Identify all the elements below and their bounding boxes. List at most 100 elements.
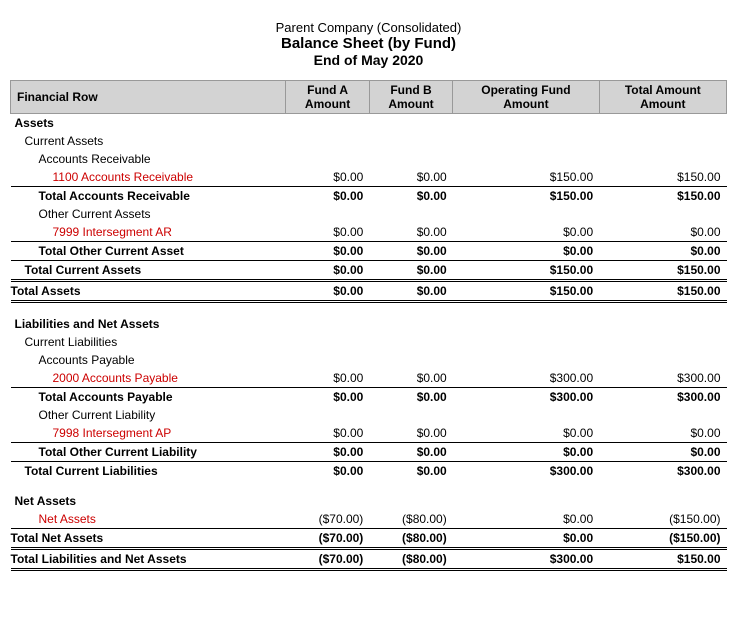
row-val-total-liab-net-assets-col1: ($70.00) bbox=[286, 549, 369, 570]
row-label-other-current-liab: Other Current Liability bbox=[11, 406, 286, 424]
row-val-other-current-assets-col2 bbox=[369, 205, 452, 223]
row-val-total-ap-col3: $300.00 bbox=[453, 388, 599, 407]
row-val-current-assets-header-col3 bbox=[453, 132, 599, 150]
row-val-total-current-liab-col3: $300.00 bbox=[453, 462, 599, 481]
row-label-total-current-liab: Total Current Liabilities bbox=[11, 462, 286, 481]
table-row-total-ap: Total Accounts Payable$0.00$0.00$300.00$… bbox=[11, 388, 727, 407]
row-val-other-current-liab-col4 bbox=[599, 406, 726, 424]
row-val-total-other-current-liab-col2: $0.00 bbox=[369, 443, 452, 462]
spacer-cell bbox=[11, 480, 727, 492]
row-val-total-assets-col3: $150.00 bbox=[453, 281, 599, 302]
row-val-net-assets-header-col3 bbox=[453, 492, 599, 510]
row-val-ap-2000-col2: $0.00 bbox=[369, 369, 452, 388]
row-val-current-assets-header-col4 bbox=[599, 132, 726, 150]
table-row-total-net-assets: Total Net Assets($70.00)($80.00)$0.00($1… bbox=[11, 529, 727, 549]
row-val-ar-header-col1 bbox=[286, 150, 369, 168]
row-val-total-other-current-asset-col4: $0.00 bbox=[599, 242, 726, 261]
table-row-other-current-liab: Other Current Liability bbox=[11, 406, 727, 424]
row-val-assets-header-col2 bbox=[369, 114, 452, 133]
row-label-total-ap: Total Accounts Payable bbox=[11, 388, 286, 407]
report-title-line2: Balance Sheet (by Fund) bbox=[10, 35, 727, 52]
spacer-cell bbox=[11, 302, 727, 316]
row-val-total-ar-col3: $150.00 bbox=[453, 187, 599, 206]
row-val-total-ap-col4: $300.00 bbox=[599, 388, 726, 407]
col-header-fund-a: Fund A Amount bbox=[286, 81, 369, 114]
table-row-net-assets-header: Net Assets bbox=[11, 492, 727, 510]
row-label-current-liab-header: Current Liabilities bbox=[11, 333, 286, 351]
row-val-ar-7999-col4: $0.00 bbox=[599, 223, 726, 242]
row-val-ap-header-col2 bbox=[369, 351, 452, 369]
row-label-net-assets-header: Net Assets bbox=[11, 492, 286, 510]
row-label-total-current-assets: Total Current Assets bbox=[11, 261, 286, 281]
row-val-ar-1100-col2: $0.00 bbox=[369, 168, 452, 187]
col-header-label: Financial Row bbox=[11, 81, 286, 114]
row-val-total-ar-col1: $0.00 bbox=[286, 187, 369, 206]
col-header-fund-b: Fund B Amount bbox=[369, 81, 452, 114]
row-val-total-liab-net-assets-col3: $300.00 bbox=[453, 549, 599, 570]
col-header-total-amount: Total Amount Amount bbox=[599, 81, 726, 114]
row-val-total-current-liab-col4: $300.00 bbox=[599, 462, 726, 481]
row-label-other-current-assets: Other Current Assets bbox=[11, 205, 286, 223]
row-val-total-net-assets-col1: ($70.00) bbox=[286, 529, 369, 549]
table-row-ar-header: Accounts Receivable bbox=[11, 150, 727, 168]
row-val-liabilities-header-col1 bbox=[286, 315, 369, 333]
row-val-current-liab-header-col4 bbox=[599, 333, 726, 351]
row-label-ap-2000[interactable]: 2000 Accounts Payable bbox=[11, 369, 286, 388]
row-val-total-net-assets-col4: ($150.00) bbox=[599, 529, 726, 549]
row-val-ap-7998-col3: $0.00 bbox=[453, 424, 599, 443]
row-val-total-current-assets-col3: $150.00 bbox=[453, 261, 599, 281]
row-val-assets-header-col1 bbox=[286, 114, 369, 133]
row-val-current-assets-header-col2 bbox=[369, 132, 452, 150]
table-row-current-assets-header: Current Assets bbox=[11, 132, 727, 150]
table-row-total-current-assets: Total Current Assets$0.00$0.00$150.00$15… bbox=[11, 261, 727, 281]
row-label-net-assets-link[interactable]: Net Assets bbox=[11, 510, 286, 529]
row-val-ap-7998-col1: $0.00 bbox=[286, 424, 369, 443]
row-val-assets-header-col3 bbox=[453, 114, 599, 133]
row-val-total-other-current-liab-col4: $0.00 bbox=[599, 443, 726, 462]
row-val-ap-header-col3 bbox=[453, 351, 599, 369]
balance-sheet-table: Financial Row Fund A Amount Fund B Amoun… bbox=[10, 80, 727, 571]
row-val-total-ap-col1: $0.00 bbox=[286, 388, 369, 407]
row-label-total-other-current-asset: Total Other Current Asset bbox=[11, 242, 286, 261]
row-val-ap-7998-col2: $0.00 bbox=[369, 424, 452, 443]
row-val-total-net-assets-col2: ($80.00) bbox=[369, 529, 452, 549]
row-label-ap-7998[interactable]: 7998 Intersegment AP bbox=[11, 424, 286, 443]
table-row-total-other-current-asset: Total Other Current Asset$0.00$0.00$0.00… bbox=[11, 242, 727, 261]
table-row-other-current-assets: Other Current Assets bbox=[11, 205, 727, 223]
row-val-ap-2000-col4: $300.00 bbox=[599, 369, 726, 388]
row-val-total-current-liab-col1: $0.00 bbox=[286, 462, 369, 481]
table-row-total-current-liab: Total Current Liabilities$0.00$0.00$300.… bbox=[11, 462, 727, 481]
row-val-total-ap-col2: $0.00 bbox=[369, 388, 452, 407]
row-val-current-liab-header-col3 bbox=[453, 333, 599, 351]
row-val-ap-7998-col4: $0.00 bbox=[599, 424, 726, 443]
row-val-liabilities-header-col3 bbox=[453, 315, 599, 333]
row-val-total-liab-net-assets-col4: $150.00 bbox=[599, 549, 726, 570]
row-val-total-liab-net-assets-col2: ($80.00) bbox=[369, 549, 452, 570]
row-val-total-current-assets-col4: $150.00 bbox=[599, 261, 726, 281]
row-label-total-net-assets: Total Net Assets bbox=[11, 529, 286, 549]
row-val-liabilities-header-col2 bbox=[369, 315, 452, 333]
row-val-current-liab-header-col1 bbox=[286, 333, 369, 351]
table-row-ap-2000: 2000 Accounts Payable$0.00$0.00$300.00$3… bbox=[11, 369, 727, 388]
row-val-ar-7999-col1: $0.00 bbox=[286, 223, 369, 242]
row-val-other-current-assets-col3 bbox=[453, 205, 599, 223]
row-val-net-assets-header-col1 bbox=[286, 492, 369, 510]
row-val-total-assets-col2: $0.00 bbox=[369, 281, 452, 302]
row-val-total-other-current-asset-col1: $0.00 bbox=[286, 242, 369, 261]
table-row-spacer2 bbox=[11, 480, 727, 492]
table-row-net-assets-link: Net Assets($70.00)($80.00)$0.00($150.00) bbox=[11, 510, 727, 529]
table-row-total-assets: Total Assets$0.00$0.00$150.00$150.00 bbox=[11, 281, 727, 302]
table-row-total-liab-net-assets: Total Liabilities and Net Assets($70.00)… bbox=[11, 549, 727, 570]
table-row-ap-7998: 7998 Intersegment AP$0.00$0.00$0.00$0.00 bbox=[11, 424, 727, 443]
row-val-net-assets-header-col4 bbox=[599, 492, 726, 510]
table-row-ar-1100: 1100 Accounts Receivable$0.00$0.00$150.0… bbox=[11, 168, 727, 187]
row-label-ar-1100[interactable]: 1100 Accounts Receivable bbox=[11, 168, 286, 187]
row-val-total-current-liab-col2: $0.00 bbox=[369, 462, 452, 481]
row-val-total-other-current-asset-col2: $0.00 bbox=[369, 242, 452, 261]
row-label-total-other-current-liab: Total Other Current Liability bbox=[11, 443, 286, 462]
table-row-assets-header: Assets bbox=[11, 114, 727, 133]
row-label-ar-7999[interactable]: 7999 Intersegment AR bbox=[11, 223, 286, 242]
row-label-current-assets-header: Current Assets bbox=[11, 132, 286, 150]
row-val-liabilities-header-col4 bbox=[599, 315, 726, 333]
row-val-current-assets-header-col1 bbox=[286, 132, 369, 150]
